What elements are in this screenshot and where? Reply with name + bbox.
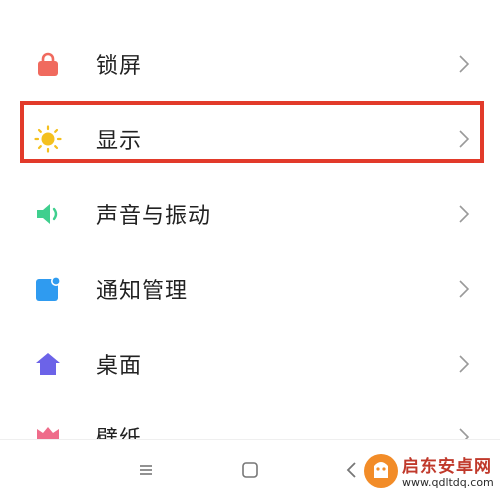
watermark-title: 启东安卓网 [402, 457, 492, 477]
watermark-logo-icon [362, 452, 400, 490]
settings-item-label: 壁纸 [96, 427, 143, 441]
chevron-right-icon [458, 204, 470, 224]
notification-icon [34, 275, 62, 303]
watermark: 启东安卓网 www.qdltdq.com [362, 450, 494, 494]
speaker-icon [34, 200, 62, 228]
chevron-right-icon [458, 279, 470, 299]
settings-item-label: 锁屏 [96, 53, 143, 79]
settings-item-label: 声音与振动 [96, 203, 212, 229]
back-icon[interactable] [340, 458, 364, 482]
chevron-right-icon [458, 354, 470, 374]
settings-item-sound[interactable]: 声音与振动 [0, 176, 500, 251]
menu-icon[interactable] [134, 458, 158, 482]
highlight-box [20, 101, 484, 163]
settings-item-wallpaper[interactable]: 壁纸 [0, 401, 500, 441]
chevron-right-icon [458, 54, 470, 74]
settings-item-label: 通知管理 [96, 278, 189, 304]
watermark-url: www.qdltdq.com [402, 476, 494, 489]
home-icon [34, 350, 62, 378]
lock-icon [34, 50, 62, 78]
settings-item-label: 桌面 [96, 353, 143, 379]
square-home-icon[interactable] [238, 458, 262, 482]
settings-list: 锁屏 显示 声音与振动 通知管理 桌面 壁纸 [0, 26, 500, 441]
settings-item-lock-screen[interactable]: 锁屏 [0, 26, 500, 101]
settings-screen: 锁屏 显示 声音与振动 通知管理 桌面 壁纸 启东安卓网 www.qdltdq.… [0, 0, 500, 500]
settings-item-home-screen[interactable]: 桌面 [0, 326, 500, 401]
settings-item-notifications[interactable]: 通知管理 [0, 251, 500, 326]
